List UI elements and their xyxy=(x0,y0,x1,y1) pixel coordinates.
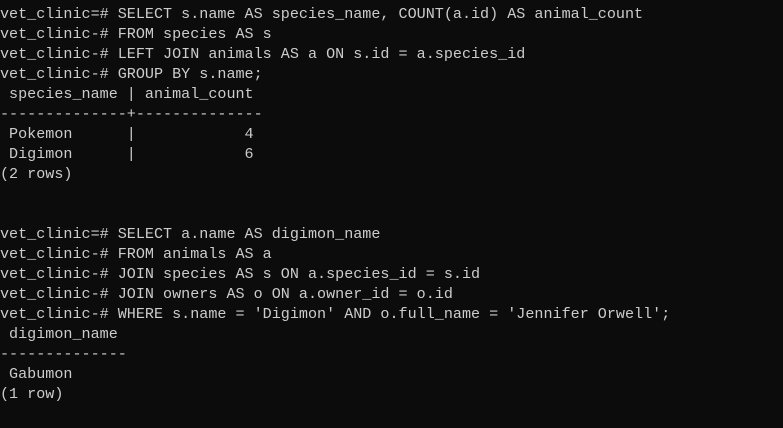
terminal-output[interactable]: vet_clinic=# SELECT s.name AS species_na… xyxy=(0,4,783,428)
result1-header: species_name | animal_count xyxy=(0,85,254,103)
result1-row: Pokemon | 4 xyxy=(0,125,254,143)
result1-row-count: (2 rows) xyxy=(0,165,73,183)
result2-row: Gabumon xyxy=(0,365,73,383)
result2-row-count: (1 row) xyxy=(0,385,64,403)
query2-line-2: vet_clinic-# FROM animals AS a xyxy=(0,245,272,263)
query1-line-2: vet_clinic-# FROM species AS s xyxy=(0,25,272,43)
result2-header: digimon_name xyxy=(0,325,118,343)
query2-line-4: vet_clinic-# JOIN owners AS o ON a.owner… xyxy=(0,285,453,303)
result1-separator: --------------+-------------- xyxy=(0,105,263,123)
query1-line-4: vet_clinic-# GROUP BY s.name; xyxy=(0,65,263,83)
query2-line-5: vet_clinic-# WHERE s.name = 'Digimon' AN… xyxy=(0,305,671,323)
result1-row: Digimon | 6 xyxy=(0,145,254,163)
query1-line-3: vet_clinic-# LEFT JOIN animals AS a ON s… xyxy=(0,45,526,63)
query2-line-1: vet_clinic=# SELECT a.name AS digimon_na… xyxy=(0,225,381,243)
query2-line-3: vet_clinic-# JOIN species AS s ON a.spec… xyxy=(0,265,481,283)
query1-line-1: vet_clinic=# SELECT s.name AS species_na… xyxy=(0,5,644,23)
result2-separator: -------------- xyxy=(0,345,127,363)
